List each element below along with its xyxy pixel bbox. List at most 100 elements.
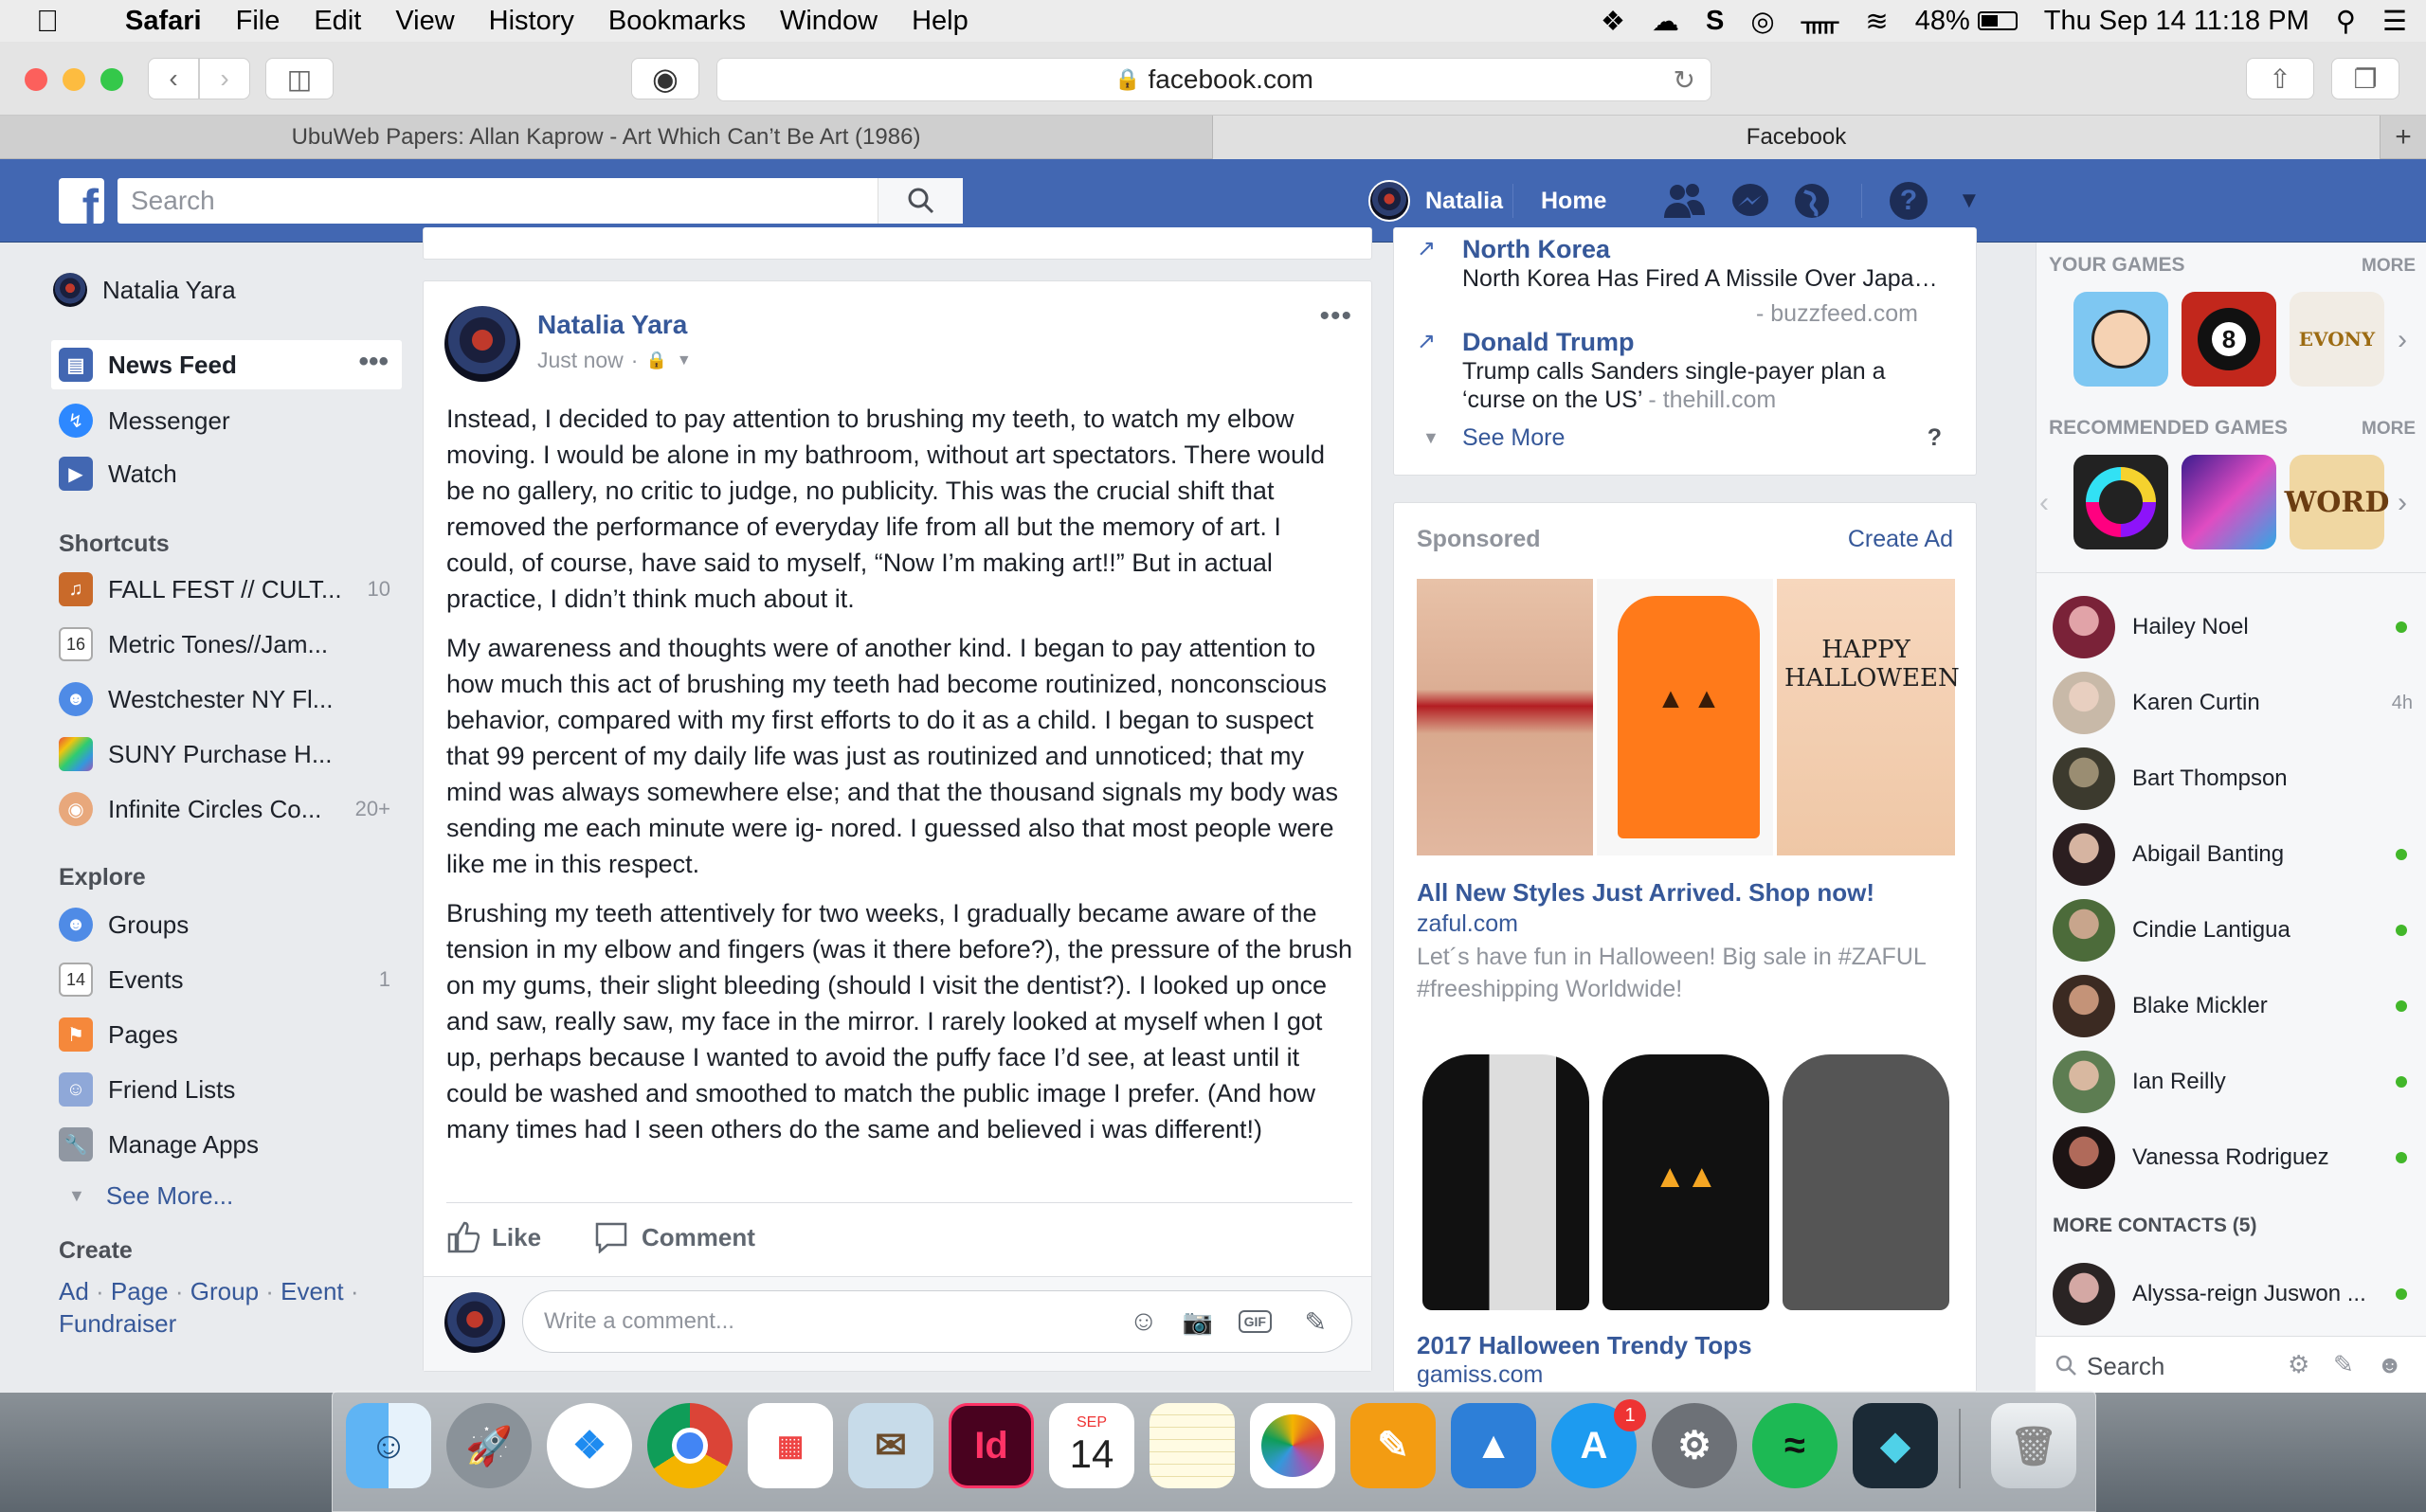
chevron-down-icon[interactable]: ▼: [677, 352, 692, 369]
launchpad-icon[interactable]: 🚀: [446, 1403, 532, 1488]
menu-bookmarks[interactable]: Bookmarks: [608, 6, 746, 37]
ghostery-extension-button[interactable]: ◉: [631, 58, 699, 99]
camera-icon[interactable]: 📷: [1183, 1307, 1213, 1337]
create-fundraiser-link[interactable]: Fundraiser: [59, 1309, 176, 1338]
facebook-search-input[interactable]: Search: [118, 178, 963, 224]
create-group-link[interactable]: Group: [190, 1277, 259, 1305]
ad-domain[interactable]: gamiss.com: [1417, 1361, 1543, 1389]
create-ad-link[interactable]: Create Ad: [1848, 526, 1953, 553]
gif-icon[interactable]: GIF: [1238, 1310, 1272, 1333]
post-options-icon[interactable]: •••: [1319, 300, 1352, 333]
add-people-icon[interactable]: ☻: [2377, 1350, 2402, 1379]
see-more-link[interactable]: ▼ See More...: [53, 1171, 404, 1220]
safari-icon[interactable]: ❖: [547, 1403, 632, 1488]
chat-contact[interactable]: Ian Reilly: [2053, 1044, 2413, 1120]
chrome-icon[interactable]: [647, 1403, 733, 1488]
search-button[interactable]: [878, 178, 963, 224]
shortcut-item[interactable]: 16 Metric Tones//Jam...: [53, 620, 404, 669]
explore-item-pages[interactable]: ⚑ Pages: [53, 1010, 404, 1059]
chevron-right-icon[interactable]: ›: [2398, 324, 2407, 356]
messenger-icon[interactable]: [1730, 182, 1770, 220]
trending-see-more[interactable]: See More: [1462, 424, 1565, 452]
compose-icon[interactable]: ✎: [2333, 1350, 2354, 1379]
zoom-window-button[interactable]: [100, 68, 123, 91]
sticker-icon[interactable]: ✎: [1305, 1306, 1327, 1338]
create-page-link[interactable]: Page: [111, 1277, 169, 1305]
notification-center-icon[interactable]: ☰: [2382, 5, 2407, 38]
help-icon[interactable]: ?: [1890, 182, 1928, 220]
keynote-icon[interactable]: ▲: [1451, 1403, 1536, 1488]
back-button[interactable]: ‹: [148, 58, 199, 99]
chat-contact[interactable]: Vanessa Rodriguez: [2053, 1120, 2413, 1196]
game-evony[interactable]: EVONY: [2290, 292, 2384, 387]
photos-icon[interactable]: [1250, 1403, 1335, 1488]
battery-icon[interactable]: [1977, 11, 2018, 30]
chat-contact[interactable]: Karen Curtin 4h: [2053, 665, 2413, 741]
skype-icon[interactable]: S: [1706, 6, 1724, 37]
close-window-button[interactable]: [25, 68, 47, 91]
sidebar-item-watch[interactable]: ▶ Watch: [53, 449, 404, 498]
forward-button[interactable]: ›: [199, 58, 250, 99]
trending-item[interactable]: Donald Trump Trump calls Sanders single-…: [1462, 328, 1955, 414]
game-family-guy[interactable]: [2073, 292, 2168, 387]
shortcut-item[interactable]: ☻ Westchester NY Fl...: [53, 675, 404, 724]
menu-app-name[interactable]: Safari: [125, 6, 202, 37]
indesign-icon[interactable]: Id: [949, 1403, 1034, 1488]
shortcut-item[interactable]: ♫ FALL FEST // CULT... 10: [53, 565, 404, 614]
address-bar[interactable]: 🔒 facebook.com ↻: [716, 58, 1711, 101]
pages-icon[interactable]: ✎: [1350, 1403, 1436, 1488]
chat-contact[interactable]: Alyssa-reign Juswon ...: [2053, 1256, 2413, 1332]
apple-menu-icon[interactable]: : [36, 4, 59, 39]
chat-contact[interactable]: Hailey Noel: [2053, 589, 2413, 665]
apps-grid-icon[interactable]: ▦: [748, 1403, 833, 1488]
menu-window[interactable]: Window: [780, 6, 878, 37]
explore-item-friend-lists[interactable]: ☺ Friend Lists: [53, 1065, 404, 1114]
spotlight-icon[interactable]: ⚲: [2336, 5, 2356, 38]
share-button[interactable]: ⇧: [2246, 58, 2314, 99]
create-event-link[interactable]: Event: [281, 1277, 344, 1305]
header-profile-avatar[interactable]: [1368, 180, 1410, 222]
chat-contact[interactable]: Blake Mickler: [2053, 968, 2413, 1044]
post-author-name[interactable]: Natalia Yara: [537, 310, 687, 340]
account-menu-chevron-icon[interactable]: ▼: [1958, 188, 1981, 214]
chat-contact[interactable]: Cindie Lantigua: [2053, 892, 2413, 968]
your-games-more-link[interactable]: MORE: [2362, 256, 2416, 277]
sync-icon[interactable]: ◎: [1750, 5, 1774, 38]
gear-icon[interactable]: ⚙: [2288, 1350, 2309, 1379]
mail-icon[interactable]: ✉: [848, 1403, 933, 1488]
sidebar-toggle-button[interactable]: ◫: [265, 58, 334, 99]
clock[interactable]: Thu Sep 14 11:18 PM: [2044, 6, 2309, 37]
sidebar-profile[interactable]: Natalia Yara: [53, 265, 404, 315]
comment-input[interactable]: Write a comment... ☺ 📷 GIF ✎: [522, 1290, 1352, 1353]
new-tab-button[interactable]: +: [2381, 116, 2426, 159]
calendar-app-icon[interactable]: SEP 14: [1049, 1403, 1134, 1488]
notes-icon[interactable]: [1150, 1403, 1235, 1488]
ad-image-pumpkin-sweater[interactable]: ▲ ▲: [1597, 579, 1773, 855]
bluetooth-icon[interactable]: ᚅ: [1801, 5, 1839, 38]
trash-icon[interactable]: 🗑: [1991, 1403, 2076, 1488]
comment-button[interactable]: Comment: [594, 1221, 755, 1253]
shortcut-item[interactable]: SUNY Purchase H...: [53, 729, 404, 779]
show-tabs-button[interactable]: ❐: [2331, 58, 2399, 99]
ad-image-halloween-decal[interactable]: HAPPY HALLOWEEN: [1777, 579, 1960, 855]
emoji-icon[interactable]: ☺: [1129, 1305, 1158, 1338]
system-preferences-icon[interactable]: ⚙: [1652, 1403, 1737, 1488]
dropbox-icon[interactable]: ❖: [1601, 5, 1625, 38]
recommended-games-more-link[interactable]: MORE: [2362, 419, 2416, 440]
create-ad-link[interactable]: Ad: [59, 1277, 89, 1305]
shortcut-item[interactable]: ◉ Infinite Circles Co... 20+: [53, 784, 404, 834]
sidebar-item-news-feed[interactable]: ▤ News Feed •••: [51, 340, 402, 389]
menu-help[interactable]: Help: [912, 6, 969, 37]
ad-domain[interactable]: zaful.com: [1417, 910, 1518, 938]
game-piano-tiles[interactable]: [2182, 455, 2276, 549]
reload-icon[interactable]: ↻: [1674, 64, 1695, 96]
tab-ubuweb[interactable]: UbuWeb Papers: Allan Kaprow - Art Which …: [0, 116, 1213, 159]
facebook-logo-icon[interactable]: f: [59, 178, 104, 224]
battery-percent[interactable]: 48%: [1915, 6, 1970, 37]
ad-image-hoodies[interactable]: ▲▲: [1417, 1045, 1955, 1320]
game-word[interactable]: WORD: [2285, 455, 2389, 549]
notifications-globe-icon[interactable]: [1793, 182, 1831, 220]
like-button[interactable]: Like: [446, 1221, 541, 1253]
chevron-right-icon[interactable]: ›: [2398, 487, 2407, 519]
chevron-left-icon[interactable]: ‹: [2039, 487, 2049, 519]
